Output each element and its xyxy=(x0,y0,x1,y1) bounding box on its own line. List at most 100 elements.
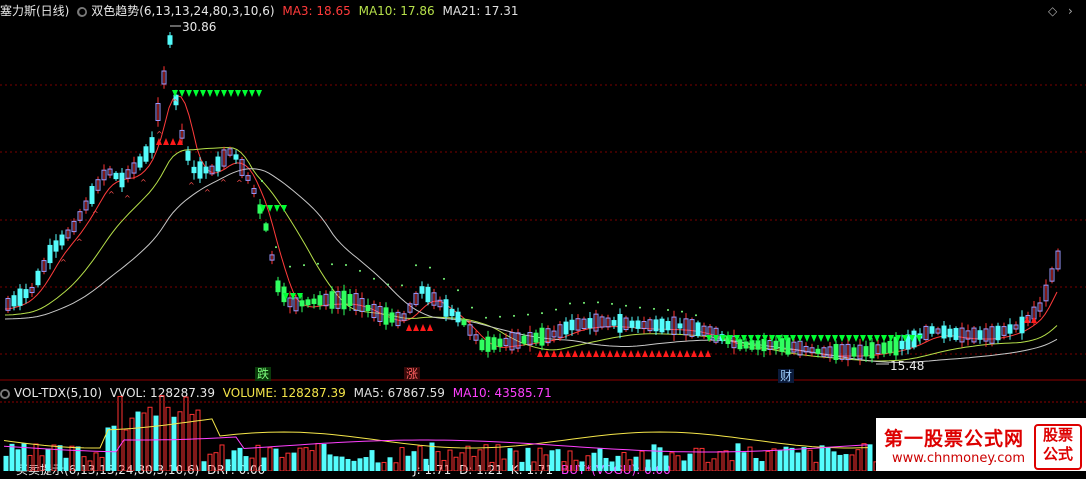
candle-body xyxy=(815,348,821,354)
green-down-triangle xyxy=(839,335,845,342)
candle-body xyxy=(299,300,305,307)
green-down-triangle xyxy=(214,90,220,97)
volume-bar xyxy=(789,447,795,471)
candle-body xyxy=(533,332,539,343)
trend-mark: ^ xyxy=(140,178,147,187)
red-up-triangle xyxy=(572,350,578,357)
candle-body xyxy=(677,323,683,329)
volume-bar xyxy=(189,413,195,471)
candle-body xyxy=(761,338,767,352)
green-down-triangle xyxy=(274,205,280,212)
candle-body xyxy=(899,340,905,350)
volume-bar xyxy=(783,446,789,471)
volume-bar xyxy=(249,457,255,471)
candle-body xyxy=(587,318,593,329)
candle-body xyxy=(995,325,1001,341)
volume-bar xyxy=(609,461,615,471)
volume-bar xyxy=(801,447,807,471)
volume-bar xyxy=(285,452,291,471)
trend-dot xyxy=(485,316,487,319)
candle-body xyxy=(611,320,617,326)
volume-bar xyxy=(405,455,411,471)
green-down-triangle xyxy=(207,90,213,97)
candle-body xyxy=(659,318,665,333)
volume-bar xyxy=(3,455,9,471)
volume-bar xyxy=(675,455,681,471)
volume-bar xyxy=(135,411,141,471)
candle-body xyxy=(191,166,197,174)
volume-bar xyxy=(567,450,573,471)
trend-dot xyxy=(499,315,501,318)
red-up-triangle xyxy=(170,138,176,145)
red-up-triangle xyxy=(579,350,585,357)
candle-body xyxy=(365,304,371,312)
volume-bar xyxy=(603,457,609,471)
chart-grid xyxy=(0,84,1086,355)
trend-dot xyxy=(443,277,445,280)
trend-mark: ^ xyxy=(108,190,115,199)
volume-bar xyxy=(399,447,405,471)
volume-bar xyxy=(729,460,735,471)
green-down-triangle xyxy=(249,90,255,97)
volume-bar xyxy=(9,443,15,471)
logo-stamp: 股票公式 xyxy=(1034,424,1082,470)
volume-bar xyxy=(273,448,279,471)
red-up-triangle xyxy=(663,350,669,357)
trend-dot xyxy=(513,314,515,317)
candle-body xyxy=(977,330,983,340)
candle-body xyxy=(695,322,701,337)
trend-mark: ^ xyxy=(124,194,131,203)
red-up-triangle xyxy=(642,350,648,357)
volume-bar xyxy=(651,444,657,471)
volume-bar xyxy=(759,461,765,471)
candle-body xyxy=(449,308,455,317)
red-up-triangle xyxy=(607,350,613,357)
volume-bar xyxy=(531,461,537,471)
candle-body xyxy=(185,150,191,161)
kline-chart[interactable]: ^ ^ ^ ^ ^ ^ ^ ^ ^ ^ ^ ^ xyxy=(0,0,1086,471)
trend-dot xyxy=(471,306,473,309)
volume-bar xyxy=(543,454,549,471)
volume-bar xyxy=(261,457,267,471)
trend-dot xyxy=(653,307,655,310)
volume-bar xyxy=(99,456,105,471)
candle-body xyxy=(1019,316,1025,334)
volume-bar xyxy=(111,425,117,471)
volume-bar xyxy=(771,448,777,471)
volume-bar xyxy=(141,412,147,471)
candle-body xyxy=(737,339,743,350)
trend-dot xyxy=(695,314,697,317)
trend-dot xyxy=(625,304,627,307)
volume-bar xyxy=(267,447,273,471)
red-up-triangle xyxy=(544,350,550,357)
volume-bar xyxy=(87,460,93,471)
candle-body xyxy=(59,234,65,246)
trend-dot xyxy=(597,301,599,304)
candle-body xyxy=(779,338,785,352)
candle-body xyxy=(887,340,893,354)
marker-die: 跌 xyxy=(255,367,272,381)
candle-body xyxy=(113,172,119,180)
candle-body xyxy=(455,311,461,323)
candlesticks xyxy=(5,25,1061,367)
candle-body xyxy=(749,340,755,350)
volume-bar xyxy=(339,456,345,471)
green-down-triangle xyxy=(235,90,241,97)
green-down-triangle xyxy=(881,335,887,342)
volume-bar xyxy=(843,454,849,471)
green-down-triangle xyxy=(706,335,712,342)
candle-body xyxy=(629,320,635,328)
green-down-triangle xyxy=(228,90,234,97)
trend-dot xyxy=(541,312,543,315)
trend-mark: ^ xyxy=(76,238,83,247)
volume-bar xyxy=(837,454,843,471)
green-down-triangle xyxy=(242,90,248,97)
volume-bar xyxy=(315,442,321,471)
trend-dot xyxy=(639,306,641,309)
trend-mark: ^ xyxy=(172,98,179,107)
volume-bar xyxy=(435,451,441,471)
green-down-triangle xyxy=(179,90,185,97)
volume-bar xyxy=(717,451,723,471)
candle-body xyxy=(389,312,395,323)
volume-bar xyxy=(747,446,753,471)
